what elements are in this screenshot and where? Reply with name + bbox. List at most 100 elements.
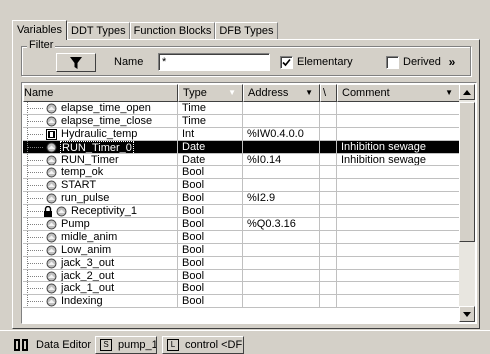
cell-address[interactable] (243, 140, 320, 154)
scroll-down-button[interactable] (459, 306, 475, 322)
cell-type[interactable]: Bool (178, 166, 243, 180)
tab-ddt-types[interactable]: DDT Types (67, 22, 130, 40)
cell-comment[interactable] (337, 218, 460, 231)
cell-flag[interactable] (320, 295, 337, 309)
cell-flag[interactable] (320, 114, 337, 128)
cell-name[interactable]: START (23, 179, 178, 193)
cell-flag[interactable] (320, 230, 337, 244)
cell-address[interactable] (243, 243, 320, 257)
cell-type[interactable]: Bool (178, 269, 243, 283)
cell-address[interactable] (243, 295, 320, 309)
cell-type[interactable]: Time (178, 114, 243, 128)
cell-comment[interactable] (337, 179, 460, 193)
table-row[interactable]: Hydraulic_temp Int %IW0.4.0.0 (23, 127, 460, 141)
table-row[interactable]: RUN_Timer_0 Date Inhibition sewage (23, 140, 460, 154)
elementary-checkbox[interactable] (280, 56, 293, 69)
cell-address[interactable]: %IW0.4.0.0 (243, 127, 320, 141)
cell-flag[interactable] (320, 192, 337, 206)
table-row[interactable]: Pump Bool %Q0.3.16 (23, 218, 460, 231)
table-row[interactable]: elapse_time_close Time (23, 114, 460, 128)
cell-comment[interactable] (337, 127, 460, 141)
cell-type[interactable]: Bool (178, 192, 243, 206)
cell-name[interactable]: run_pulse (23, 192, 178, 206)
cell-type[interactable]: Bool (178, 205, 243, 219)
cell-comment[interactable]: Inhibition sewage (337, 153, 460, 167)
cell-flag[interactable] (320, 269, 337, 283)
cell-flag[interactable] (320, 153, 337, 167)
cell-address[interactable] (243, 282, 320, 296)
cell-flag[interactable] (320, 256, 337, 270)
cell-address[interactable]: %I2.9 (243, 192, 320, 206)
tab-variables[interactable]: Variables (12, 20, 68, 40)
cell-type[interactable]: Time (178, 102, 243, 115)
cell-type[interactable]: Date (178, 153, 243, 167)
cell-address[interactable] (243, 102, 320, 115)
cell-type[interactable]: Bool (178, 256, 243, 270)
cell-address[interactable] (243, 166, 320, 180)
task-control-section[interactable]: L control <DF (162, 336, 244, 354)
cell-flag[interactable] (320, 127, 337, 141)
task-pump-section[interactable]: S pump_1 : [ (95, 336, 157, 354)
cell-comment[interactable] (337, 243, 460, 257)
cell-flag[interactable] (320, 282, 337, 296)
derived-checkbox[interactable] (386, 56, 399, 69)
cell-address[interactable] (243, 114, 320, 128)
table-row[interactable]: jack_2_out Bool (23, 269, 460, 283)
table-row[interactable]: Receptivity_1 Bool (23, 205, 460, 219)
tab-function-blocks[interactable]: Function Blocks (129, 22, 216, 40)
column-header-flag[interactable]: \ (320, 84, 337, 102)
cell-flag[interactable] (320, 218, 337, 231)
cell-comment[interactable] (337, 269, 460, 283)
cell-address[interactable]: %Q0.3.16 (243, 218, 320, 231)
table-row[interactable]: jack_3_out Bool (23, 256, 460, 270)
table-row[interactable]: temp_ok Bool (23, 166, 460, 180)
cell-comment[interactable] (337, 205, 460, 219)
cell-flag[interactable] (320, 166, 337, 180)
cell-name[interactable]: Pump (23, 218, 178, 231)
cell-flag[interactable] (320, 243, 337, 257)
cell-name[interactable]: elapse_time_close (23, 114, 178, 128)
cell-type[interactable]: Bool (178, 243, 243, 257)
cell-comment[interactable] (337, 166, 460, 180)
apply-filter-button[interactable] (56, 53, 96, 72)
cell-address[interactable] (243, 179, 320, 193)
cell-comment[interactable] (337, 102, 460, 115)
table-row[interactable]: Indexing Bool (23, 295, 460, 309)
cell-type[interactable]: Bool (178, 230, 243, 244)
column-header-address[interactable]: Address ▼ (243, 84, 320, 102)
tab-dfb-types[interactable]: DFB Types (215, 22, 278, 40)
table-row[interactable]: elapse_time_open Time (23, 102, 460, 115)
cell-type[interactable]: Bool (178, 179, 243, 193)
vertical-scrollbar[interactable] (459, 84, 475, 322)
table-row[interactable]: RUN_Timer Date %I0.14 Inhibition sewage (23, 153, 460, 167)
cell-flag[interactable] (320, 140, 337, 154)
cell-flag[interactable] (320, 102, 337, 115)
cell-comment[interactable] (337, 295, 460, 309)
cell-type[interactable]: Bool (178, 295, 243, 309)
table-row[interactable]: run_pulse Bool %I2.9 (23, 192, 460, 206)
scroll-thumb[interactable] (459, 102, 475, 242)
column-header-name[interactable]: Name (23, 84, 178, 102)
cell-name[interactable]: Receptivity_1 (23, 205, 178, 219)
table-row[interactable]: jack_1_out Bool (23, 282, 460, 296)
name-filter-input[interactable] (158, 53, 270, 71)
cell-type[interactable]: Date (178, 140, 243, 154)
cell-address[interactable]: %I0.14 (243, 153, 320, 167)
cell-name[interactable]: temp_ok (23, 166, 178, 180)
cell-type[interactable]: Bool (178, 218, 243, 231)
cell-comment[interactable] (337, 114, 460, 128)
cell-address[interactable] (243, 230, 320, 244)
scroll-up-button[interactable] (459, 84, 475, 100)
cell-flag[interactable] (320, 205, 337, 219)
cell-comment[interactable] (337, 256, 460, 270)
table-row[interactable]: Low_anim Bool (23, 243, 460, 257)
cell-name[interactable]: elapse_time_open (23, 102, 178, 115)
column-header-type[interactable]: Type ▼ (178, 84, 243, 102)
cell-name[interactable]: jack_1_out (23, 282, 178, 296)
cell-name[interactable]: Hydraulic_temp (23, 127, 178, 141)
table-row[interactable]: midle_anim Bool (23, 230, 460, 244)
cell-name[interactable]: RUN_Timer (23, 153, 178, 167)
cell-name[interactable]: Low_anim (23, 243, 178, 257)
table-row[interactable]: START Bool (23, 179, 460, 193)
cell-comment[interactable] (337, 192, 460, 206)
